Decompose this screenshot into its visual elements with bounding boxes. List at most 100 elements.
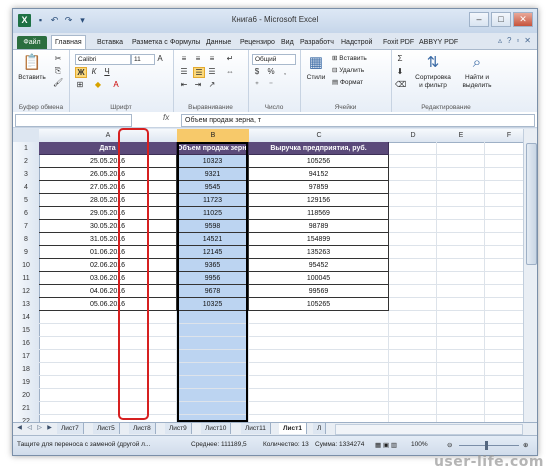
cell-c16[interactable] [249,337,389,350]
row-header-15[interactable]: 15 [13,324,40,338]
row-header-2[interactable]: 2 [13,155,40,169]
cell-b9[interactable]: 12145 [177,246,249,259]
grow-font-icon[interactable]: A [155,54,165,63]
tab-developer[interactable]: Разработч [300,36,334,49]
cell-f4[interactable] [485,181,523,194]
cell-c11[interactable]: 100045 [249,272,389,285]
formula-input[interactable]: Объем продаж зерна, т [181,114,535,127]
align-middle-icon[interactable]: ≡ [193,54,203,63]
cell-d13[interactable] [389,298,437,311]
cell-e2[interactable] [437,155,485,168]
cell-f12[interactable] [485,285,523,298]
cell-e14[interactable] [437,311,485,324]
cell-d5[interactable] [389,194,437,207]
font-size-select[interactable]: 11 [131,54,155,65]
cell-c7[interactable]: 98789 [249,220,389,233]
zoom-slider[interactable] [459,445,519,446]
delete-cells-button[interactable]: ⊟ Удалить [332,67,364,75]
italic-button[interactable]: К [89,67,99,76]
tab-page-layout[interactable]: Разметка с [132,36,168,49]
decrease-decimal-icon[interactable]: ⁻ [266,80,276,89]
fill-color-icon[interactable]: ◆ [93,80,103,89]
row-header-3[interactable]: 3 [13,168,40,182]
cell-d22[interactable] [389,415,437,422]
row-header-1[interactable]: 1 [13,142,40,156]
cell-b16[interactable] [177,337,249,350]
cell-d10[interactable] [389,259,437,272]
cell-c20[interactable] [249,389,389,402]
cell-e17[interactable] [437,350,485,363]
copy-icon[interactable]: ⎘ [53,66,63,75]
align-left-icon[interactable]: ☰ [179,67,189,76]
tab-formulas[interactable]: Формулы [170,36,200,49]
cell-c5[interactable]: 129156 [249,194,389,207]
cell-e10[interactable] [437,259,485,272]
cell-c21[interactable] [249,402,389,415]
cell-b8[interactable]: 14521 [177,233,249,246]
format-painter-icon[interactable]: 🖌 [53,78,63,87]
cell-d16[interactable] [389,337,437,350]
cell-a20[interactable] [39,389,177,402]
minimize-button[interactable]: – [469,12,489,27]
cell-b7[interactable]: 9598 [177,220,249,233]
cell-a4[interactable]: 27.05.2016 [39,181,177,194]
cell-b2[interactable]: 10323 [177,155,249,168]
bold-button[interactable]: Ж [75,67,87,78]
cell-f8[interactable] [485,233,523,246]
sheet-tab-8[interactable]: Л [313,423,327,434]
row-header-7[interactable]: 7 [13,220,40,234]
help-icon[interactable]: ? [507,36,511,45]
cell-c14[interactable] [249,311,389,324]
tab-home[interactable]: Главная [51,35,86,50]
row-header-14[interactable]: 14 [13,311,40,325]
cell-a19[interactable] [39,376,177,389]
cell-b14[interactable] [177,311,249,324]
row-header-5[interactable]: 5 [13,194,40,208]
cell-b19[interactable] [177,376,249,389]
cell-a22[interactable] [39,415,177,422]
cell-b4[interactable]: 9545 [177,181,249,194]
cell-a3[interactable]: 26.05.2016 [39,168,177,181]
cell-f21[interactable] [485,402,523,415]
cell-c2[interactable]: 105256 [249,155,389,168]
minimize-ribbon-icon[interactable]: ▵ [498,36,502,45]
row-header-11[interactable]: 11 [13,272,40,286]
merge-cells-icon[interactable]: ⇔ [225,67,235,76]
sheet-tab-2[interactable]: Лист5 [93,423,120,434]
cell-a11[interactable]: 03.06.2016 [39,272,177,285]
cell-e12[interactable] [437,285,485,298]
zoom-level[interactable]: 100% [411,441,428,448]
row-header-17[interactable]: 17 [13,350,40,364]
cell-a14[interactable] [39,311,177,324]
first-sheet-icon[interactable]: ◀ [15,424,24,433]
cell-b18[interactable] [177,363,249,376]
cell-d4[interactable] [389,181,437,194]
paste-button[interactable]: 📋 Вставить [17,54,47,82]
tab-abbyy-pdf[interactable]: ABBYY PDF [419,36,458,49]
format-cells-button[interactable]: ▤ Формат [332,79,363,87]
cell-f13[interactable] [485,298,523,311]
row-header-20[interactable]: 20 [13,389,40,403]
sheet-tab-5[interactable]: Лист10 [201,423,232,434]
cut-icon[interactable]: ✂ [53,54,63,63]
cell-c17[interactable] [249,350,389,363]
align-bottom-icon[interactable]: ≡ [207,54,217,63]
tab-addins[interactable]: Надстрой [341,36,372,49]
cell-b12[interactable]: 9678 [177,285,249,298]
cell-f19[interactable] [485,376,523,389]
cell-d18[interactable] [389,363,437,376]
cell-b11[interactable]: 9956 [177,272,249,285]
sort-filter-button[interactable]: ⇅ Сортировка и фильтр [411,54,455,90]
cell-c19[interactable] [249,376,389,389]
cell-d20[interactable] [389,389,437,402]
view-buttons[interactable]: ▦ ▣ ▥ [375,441,397,449]
cell-a10[interactable]: 02.06.2016 [39,259,177,272]
increase-decimal-icon[interactable]: ⁺ [252,80,262,89]
cell-d7[interactable] [389,220,437,233]
cell-f17[interactable] [485,350,523,363]
align-right-icon[interactable]: ☰ [207,67,217,76]
zoom-in-icon[interactable]: ⊕ [523,441,528,449]
cell-b10[interactable]: 9365 [177,259,249,272]
cell-e7[interactable] [437,220,485,233]
tab-foxit-pdf[interactable]: Foxit PDF [383,36,414,49]
